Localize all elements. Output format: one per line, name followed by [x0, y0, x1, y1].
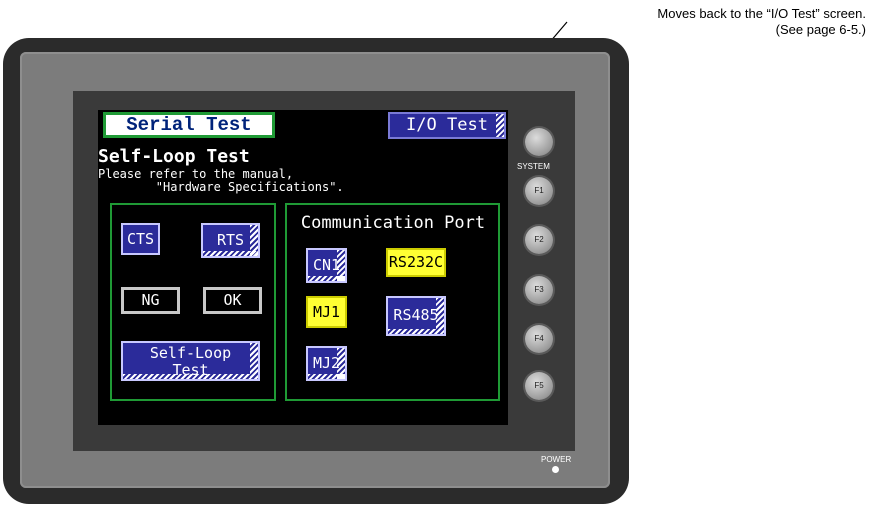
manual-reference-text: Please refer to the manual, "Hardware Sp…	[98, 168, 344, 194]
rs232c-button[interactable]: RS232C	[386, 248, 446, 277]
self-loop-label-1: Self-Loop	[149, 344, 232, 362]
power-label: POWER	[541, 455, 572, 464]
f2-button[interactable]: F2	[525, 226, 553, 254]
self-loop-heading: Self-Loop Test	[98, 146, 250, 167]
io-test-button[interactable]: I/O Test	[388, 112, 506, 139]
mj1-button[interactable]: MJ1	[306, 296, 347, 328]
power-led-icon	[552, 466, 559, 473]
communication-port-heading: Communication Port	[300, 213, 486, 233]
self-loop-label-2: Test	[172, 361, 209, 379]
cn1-button[interactable]: CN1	[306, 248, 347, 283]
rs485-label: RS485	[393, 306, 439, 324]
screen-title: Serial Test	[103, 112, 275, 138]
rs485-button[interactable]: RS485	[386, 296, 446, 336]
cts-button[interactable]: CTS	[121, 223, 160, 255]
ok-indicator: OK	[203, 287, 262, 314]
refer-line-2: "Hardware Specifications".	[98, 180, 344, 194]
f5-button[interactable]: F5	[525, 372, 553, 400]
cn1-label: CN1	[312, 256, 341, 274]
callout-line-1: Moves back to the “I/O Test” screen.	[657, 6, 866, 21]
ng-indicator: NG	[121, 287, 180, 314]
f3-button[interactable]: F3	[525, 276, 553, 304]
callout-line-2: (See page 6-5.)	[775, 22, 866, 37]
self-loop-test-button[interactable]: Self-Loop Test	[121, 341, 260, 381]
mj2-button[interactable]: MJ2	[306, 346, 347, 381]
system-button[interactable]	[525, 128, 553, 156]
rts-button[interactable]: RTS	[201, 223, 260, 258]
rts-label: RTS	[216, 231, 245, 249]
mj2-label: MJ2	[312, 354, 341, 372]
f4-button[interactable]: F4	[525, 325, 553, 353]
callout-annotation: Moves back to the “I/O Test” screen. (Se…	[520, 6, 866, 38]
system-label: SYSTEM	[517, 162, 550, 171]
lcd-screen: Serial Test I/O Test Self-Loop Test Plea…	[98, 110, 508, 425]
f1-button[interactable]: F1	[525, 177, 553, 205]
